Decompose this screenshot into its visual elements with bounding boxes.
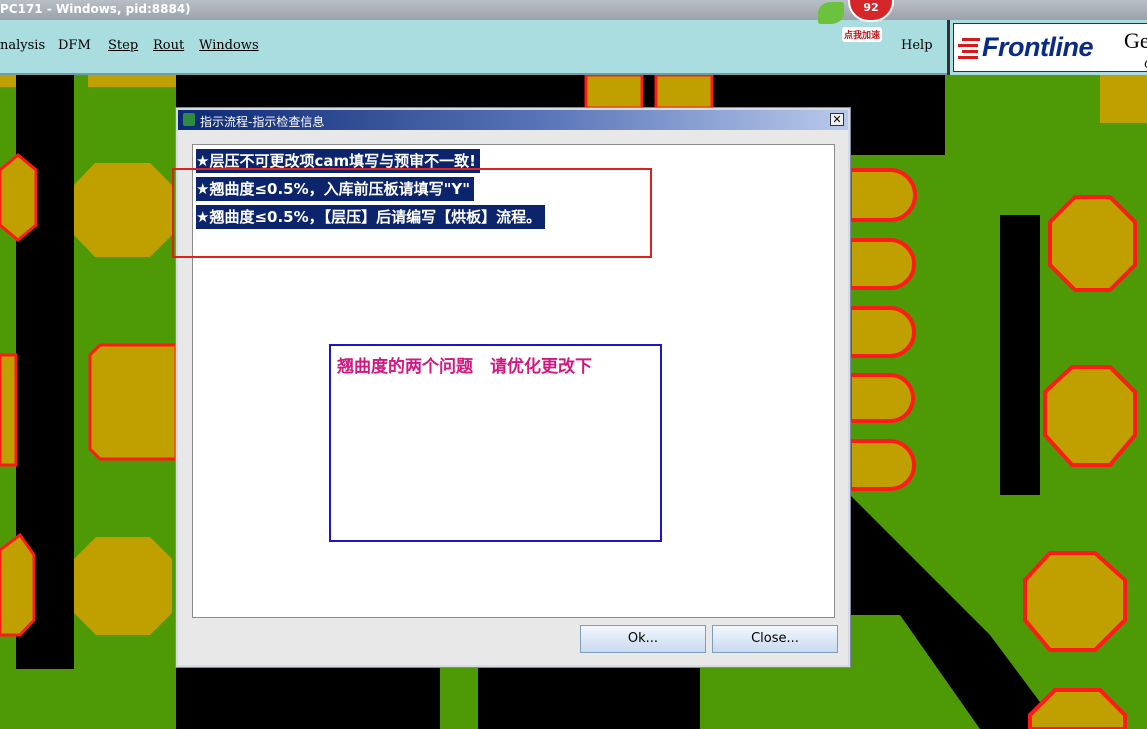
copper-trace — [88, 75, 176, 87]
window-titlebar: PC171 - Windows, pid:8884) — [0, 0, 1147, 20]
pcb-pad — [848, 306, 916, 358]
pcb-pad — [0, 532, 36, 637]
menu-rout[interactable]: Rout — [153, 38, 184, 53]
annotation-note-text: 翘曲度的两个问题 请优化更改下 — [337, 357, 592, 377]
board-clearance — [1000, 215, 1040, 495]
pcb-pad — [74, 537, 172, 635]
copper-trace — [0, 669, 176, 729]
window-title: PC171 - Windows, pid:8884) — [0, 2, 191, 16]
close-button[interactable]: Close... — [712, 625, 838, 653]
copper-trace — [0, 75, 16, 87]
pcb-pad — [654, 75, 714, 110]
pcb-pad — [1023, 551, 1127, 652]
speed-value-badge[interactable]: 92 — [848, 0, 894, 22]
highlight-box-red — [172, 168, 652, 258]
pcb-pad — [0, 353, 18, 467]
frontline-logo-text: Frontline — [982, 32, 1094, 62]
pcb-pad — [848, 238, 916, 290]
copper-trace — [176, 75, 576, 105]
speed-boost-label[interactable]: 点我加速 — [842, 27, 883, 42]
logo-frame: Frontline Ge C — [953, 23, 1147, 72]
menu-windows[interactable]: Windows — [199, 38, 259, 53]
copper-pour — [850, 615, 980, 729]
close-icon[interactable]: ✕ — [830, 113, 844, 126]
dialog-title: 指示流程-指示检查信息 — [200, 115, 325, 129]
menu-analysis[interactable]: nalysis — [0, 38, 45, 53]
frontline-logo-icon — [958, 38, 980, 59]
dialog-titlebar[interactable]: 指示流程-指示检查信息 ✕ — [178, 110, 848, 130]
copper-trace — [440, 667, 478, 729]
menubar: nalysis DFM Step Rout Windows Help — [0, 20, 947, 75]
speed-boost-widget[interactable]: 92 点我加速 — [818, 0, 898, 50]
menu-step[interactable]: Step — [108, 38, 138, 53]
annotation-note-box: 翘曲度的两个问题 请优化更改下 — [329, 344, 662, 542]
pcb-pad — [88, 343, 178, 461]
board-clearance — [850, 75, 945, 155]
menu-dfm[interactable]: DFM — [58, 38, 91, 53]
pcb-pad — [848, 168, 917, 222]
pcb-pad — [74, 163, 172, 257]
copper-trace — [700, 667, 850, 729]
pcb-pad — [1100, 75, 1147, 123]
pcb-pad — [584, 75, 644, 110]
leaf-icon — [818, 2, 844, 24]
pcb-pad — [0, 153, 38, 242]
logo-ge-text: Ge — [1124, 28, 1147, 53]
app-icon — [183, 113, 195, 126]
frontline-logo-panel: Frontline Ge C — [947, 20, 1147, 75]
pcb-pad — [1043, 365, 1137, 467]
pcb-pad — [848, 439, 916, 491]
menu-help[interactable]: Help — [901, 38, 933, 53]
pcb-pad — [1048, 195, 1137, 292]
pcb-pad — [848, 373, 915, 423]
ok-button[interactable]: Ok... — [580, 625, 706, 653]
